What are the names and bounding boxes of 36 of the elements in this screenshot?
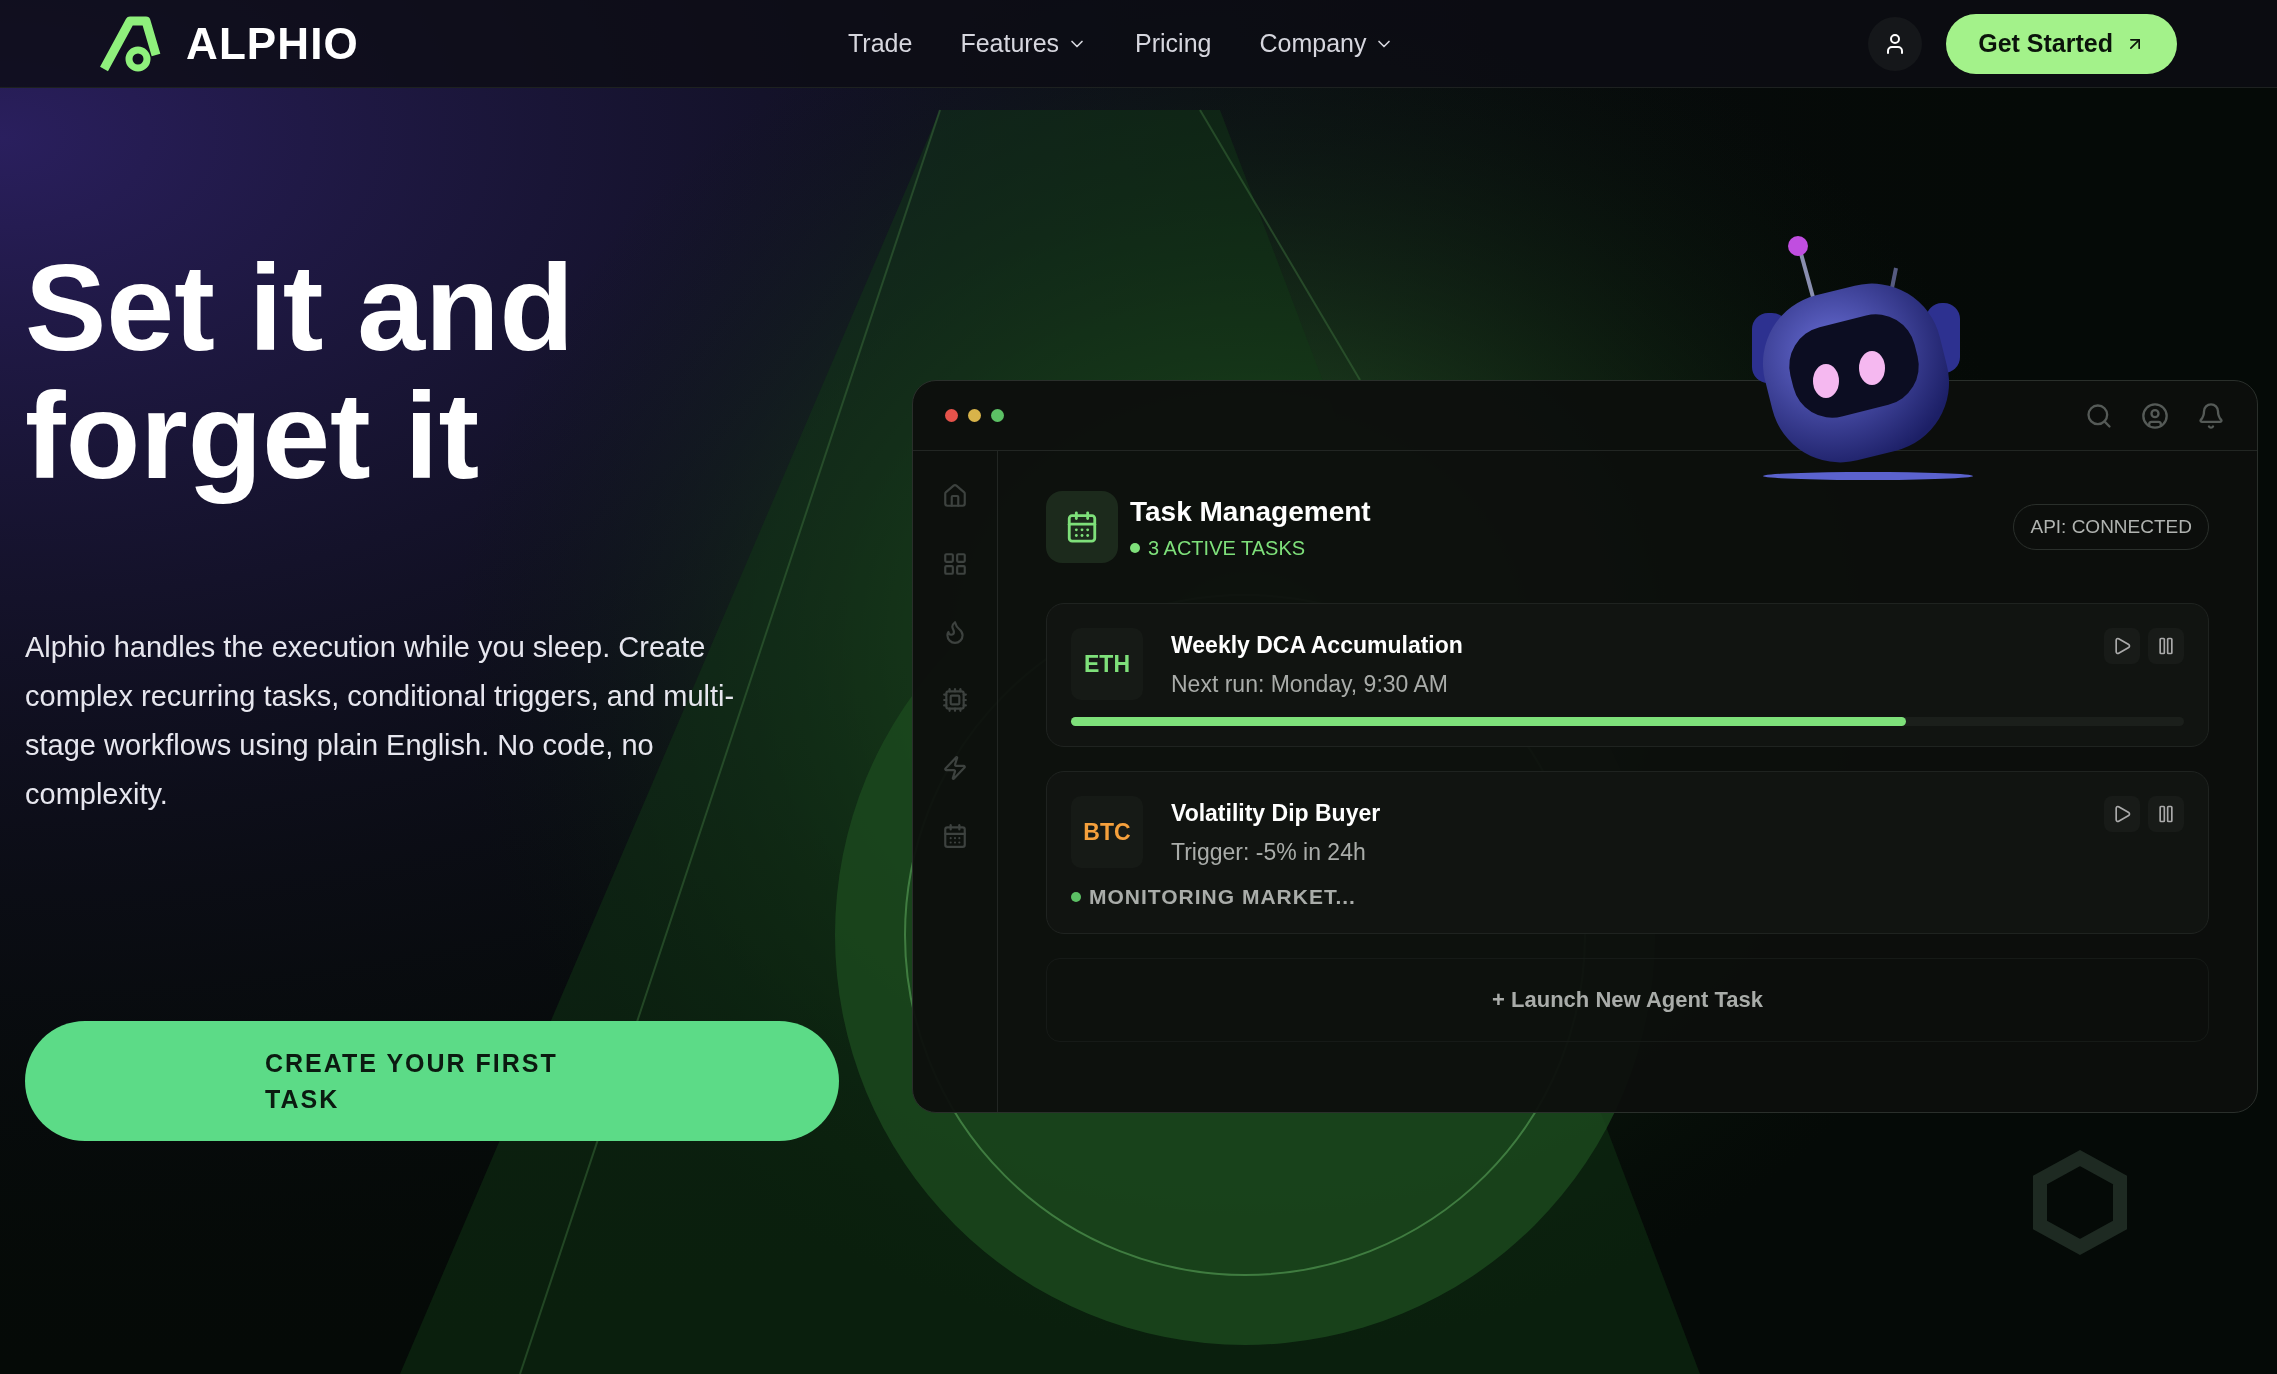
lightning-icon[interactable] xyxy=(942,755,968,781)
ticker-label: BTC xyxy=(1083,817,1131,847)
hero-description: Alphio handles the execution while you sleep. Create complex recurring tasks, conditional triggers, and multi-stage workflows using plain English. No code, no complexity. xyxy=(25,630,736,812)
nav-link[interactable]: Trade xyxy=(848,24,913,63)
task-name: Volatility Dip Buyer xyxy=(1171,799,1381,828)
get-started-button[interactable]: Get Started xyxy=(1946,13,2177,74)
pause-icon xyxy=(2156,636,2176,656)
calendar-icon xyxy=(1065,510,1099,544)
notification-icon[interactable] xyxy=(2197,401,2225,430)
logo-text: ALPHIO xyxy=(186,17,359,70)
nav-link[interactable]: Pricing xyxy=(1135,24,1212,63)
task-detail: Next run: Monday, 9:30 AM xyxy=(1171,669,1449,699)
play-icon xyxy=(2112,636,2132,656)
pause-icon xyxy=(2156,804,2176,824)
create-task-button[interactable]: CREATE YOUR FIRST TASK xyxy=(25,1021,839,1141)
active-tasks-label: 3 ACTIVE TASKS xyxy=(1148,536,1306,561)
ticker-label: ETH xyxy=(1084,649,1130,679)
user-circle-icon[interactable] xyxy=(2141,401,2169,430)
grid-icon[interactable] xyxy=(942,551,968,577)
hero-title: Set it and forget it xyxy=(25,239,575,506)
launch-task-button[interactable]: + Launch New Agent Task xyxy=(1046,957,2209,1042)
calendar-icon[interactable] xyxy=(942,823,968,849)
pause-button[interactable] xyxy=(2148,628,2184,664)
task-detail: Trigger: -5% in 24h xyxy=(1171,837,1367,867)
nav-link[interactable]: Features xyxy=(960,24,1088,63)
play-button[interactable] xyxy=(2104,796,2140,832)
task-status: MONITORING MARKET... xyxy=(1089,884,1356,910)
pause-button[interactable] xyxy=(2148,796,2184,832)
play-icon xyxy=(2112,804,2132,824)
chip-icon[interactable] xyxy=(942,687,968,713)
play-button[interactable] xyxy=(2104,628,2140,664)
panel-title: Task Management xyxy=(1130,495,1371,529)
search-icon[interactable] xyxy=(2085,401,2113,430)
task-name: Weekly DCA Accumulation xyxy=(1171,631,1463,660)
home-icon[interactable] xyxy=(942,483,968,509)
nav-link[interactable]: Company xyxy=(1259,24,1395,63)
